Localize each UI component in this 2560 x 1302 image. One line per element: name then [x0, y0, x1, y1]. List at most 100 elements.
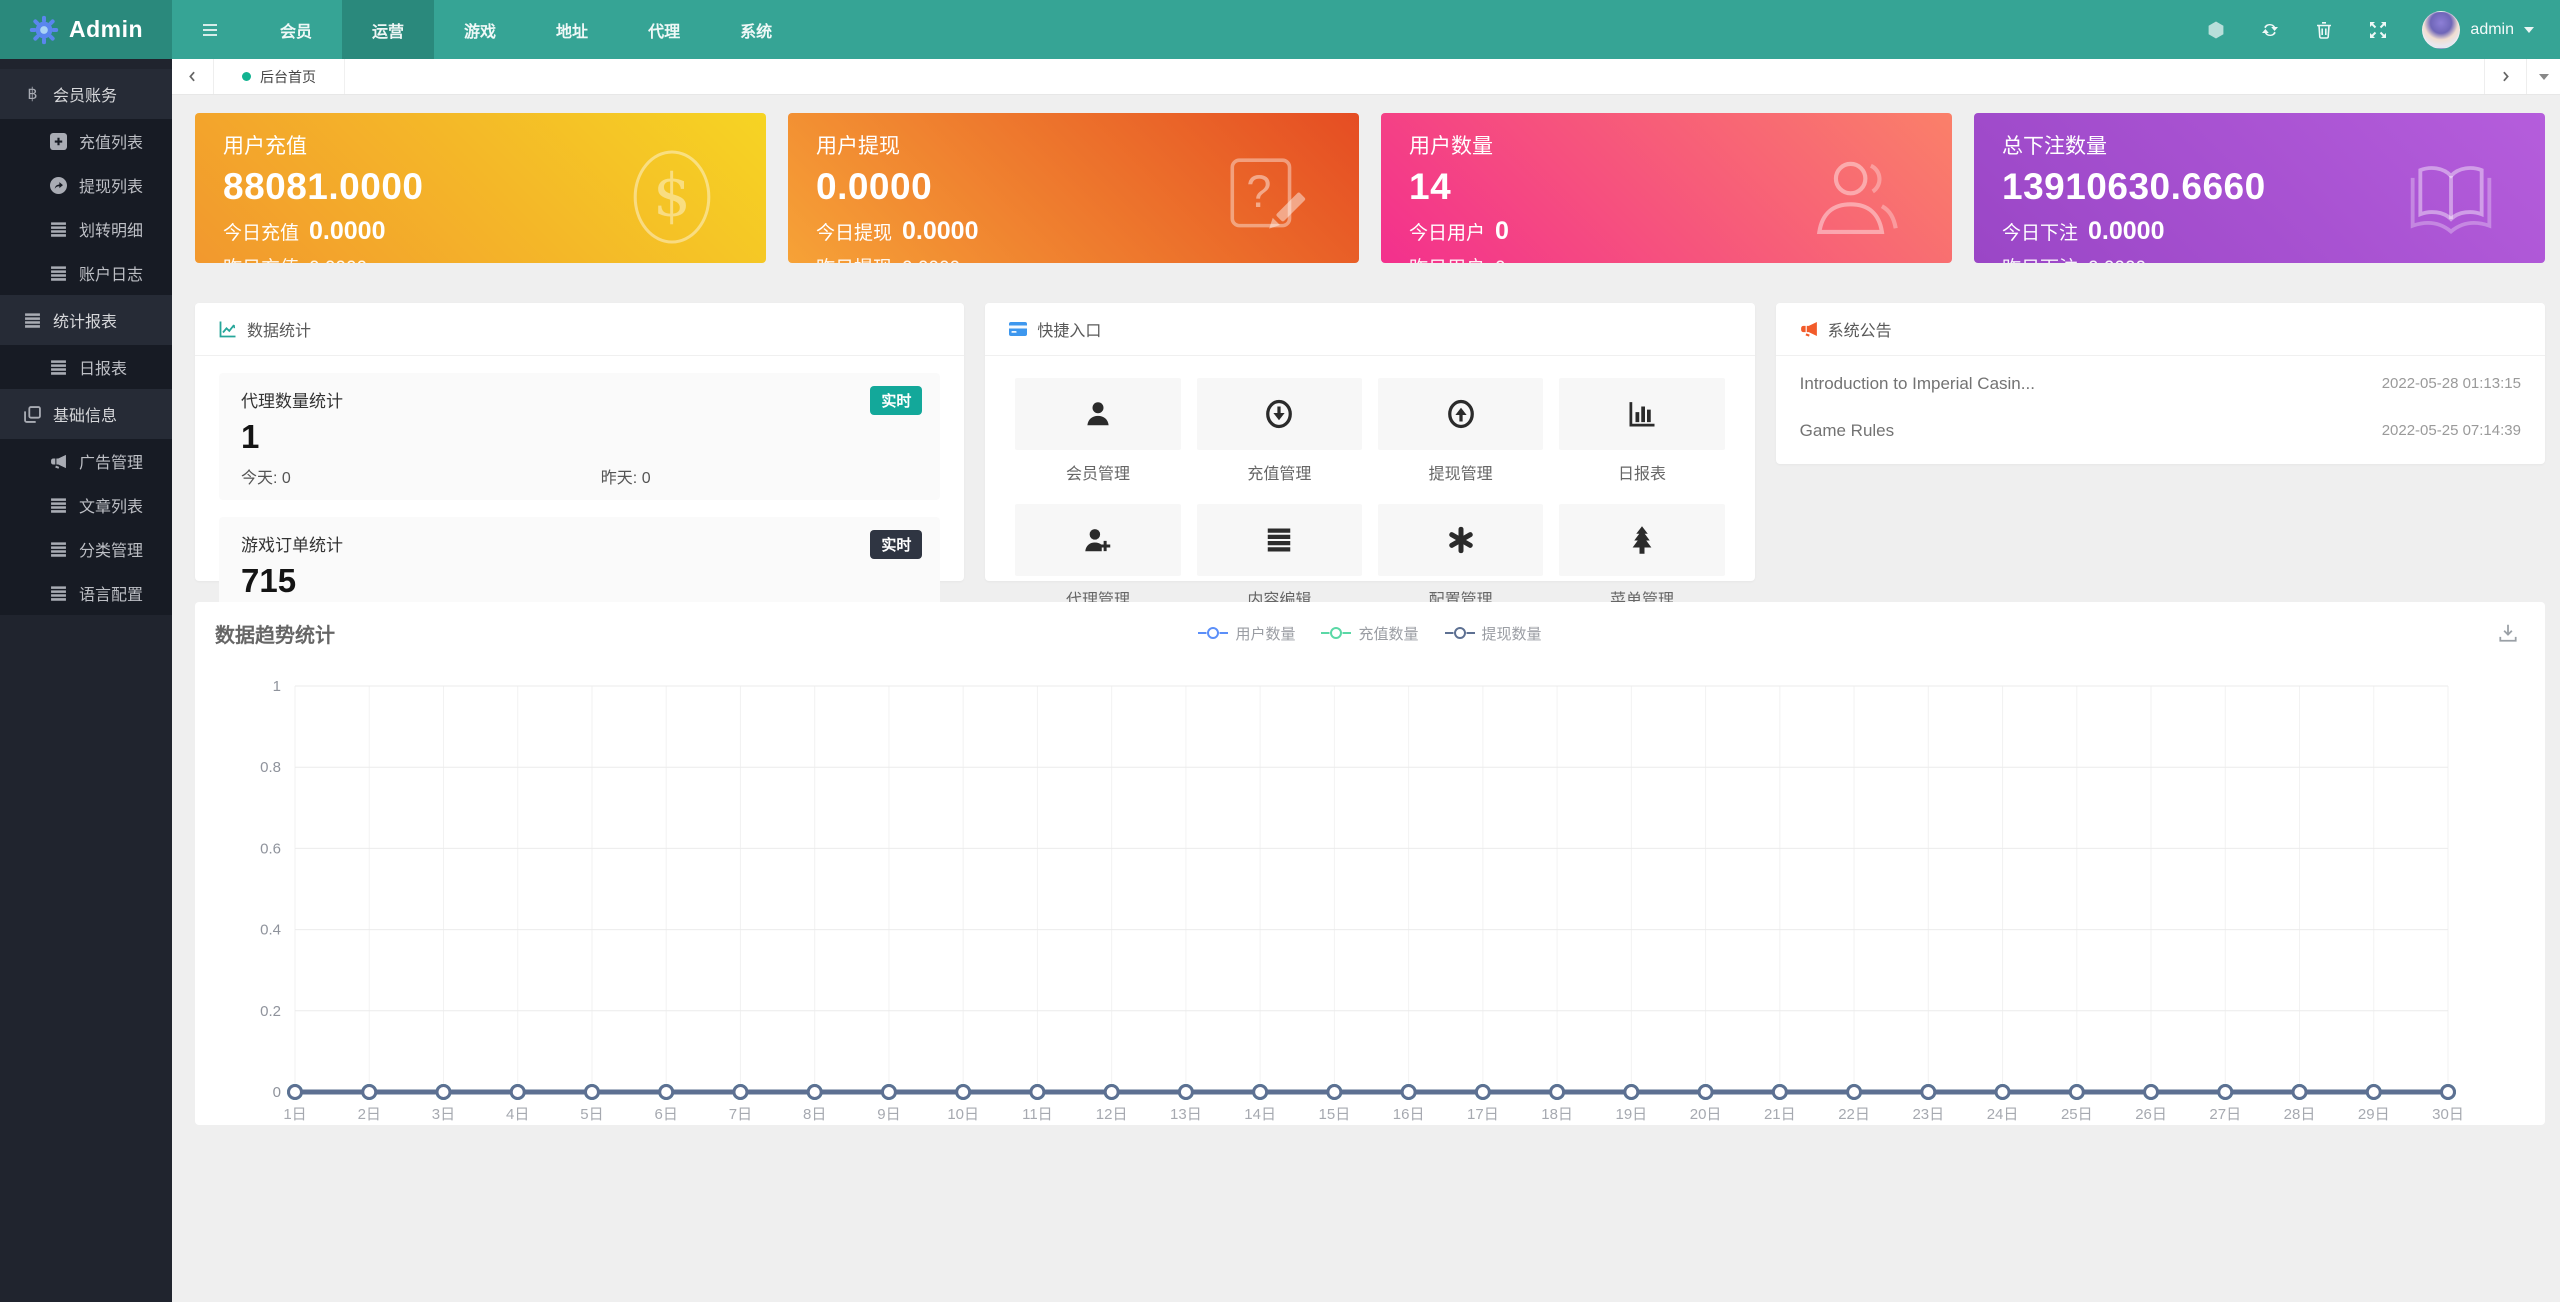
- quick-entry-withdraw-management[interactable]: 提现管理: [1378, 378, 1543, 484]
- announcement-item[interactable]: Game Rules 2022-05-25 07:14:39: [1800, 407, 2521, 454]
- list-icon: [50, 265, 67, 282]
- gear-logo-icon: [29, 15, 59, 45]
- sidebar-item-transfer-detail[interactable]: 划转明细: [0, 207, 172, 251]
- trend-chart-panel: 数据趋势统计 用户数量 充值数量: [195, 602, 2545, 1125]
- quick-entry-daily-report[interactable]: 日报表: [1559, 378, 1724, 484]
- user-plus-icon: [1083, 525, 1113, 555]
- stat-card-total-bets[interactable]: 总下注数量 13910630.6660 今日下注0.0000 昨日下注0.000…: [1974, 113, 2545, 263]
- sidebar-item-article-list[interactable]: 文章列表: [0, 483, 172, 527]
- bars-icon: [1264, 525, 1294, 555]
- sidebar-item-category-management[interactable]: 分类管理: [0, 527, 172, 571]
- dollar-circle-icon: $: [626, 145, 718, 249]
- share-circle-icon: [50, 177, 67, 194]
- quick-entry-menu-management[interactable]: 菜单管理: [1559, 504, 1724, 610]
- hamburger-icon: [202, 22, 220, 38]
- sidebar-item-recharge-list[interactable]: 充值列表: [0, 119, 172, 163]
- tab-scroll-right-button[interactable]: [2484, 59, 2526, 94]
- file-question-icon: ?: [1219, 145, 1311, 249]
- legend-marker-icon: [1198, 626, 1228, 640]
- sidebar-item-daily-report[interactable]: 日报表: [0, 345, 172, 389]
- sidebar-item-language-config[interactable]: 语言配置: [0, 571, 172, 615]
- sidebar-item-ad-management[interactable]: 广告管理: [0, 439, 172, 483]
- announcement-list: Introduction to Imperial Casin... 2022-0…: [1776, 356, 2545, 464]
- quick-entry-content-edit[interactable]: 内容编辑: [1197, 504, 1362, 610]
- list-icon: [50, 497, 67, 514]
- svg-text:27日: 27日: [2209, 1106, 2241, 1123]
- sidebar-group-member-accounts[interactable]: ฿ 会员账务: [0, 69, 172, 119]
- svg-text:18日: 18日: [1541, 1106, 1573, 1123]
- nav-item-address[interactable]: 地址: [526, 0, 618, 59]
- user-menu[interactable]: admin: [2422, 11, 2534, 49]
- svg-text:0.2: 0.2: [260, 1003, 281, 1020]
- svg-text:$: $: [653, 160, 691, 229]
- list-icon: [50, 359, 67, 376]
- sidebar: ฿ 会员账务 充值列表 提现列表: [0, 59, 172, 1302]
- tab-options-button[interactable]: [2526, 59, 2560, 94]
- refresh-icon[interactable]: [2260, 20, 2280, 40]
- legend-withdraw-count[interactable]: 提现数量: [1445, 623, 1542, 644]
- brand-title: Admin: [69, 16, 143, 43]
- stat-card-user-withdraw[interactable]: 用户提现 0.0000 今日提现0.0000 昨日提现0.0000 ?: [788, 113, 1359, 263]
- svg-text:11日: 11日: [1022, 1106, 1053, 1123]
- svg-text:14日: 14日: [1244, 1106, 1276, 1123]
- nav-item-system[interactable]: 系统: [710, 0, 802, 59]
- chart-header: 数据趋势统计 用户数量 充值数量: [195, 602, 2545, 664]
- tab-home[interactable]: 后台首页: [214, 59, 345, 94]
- hamburger-menu-button[interactable]: [172, 0, 250, 59]
- nav-item-member[interactable]: 会员: [250, 0, 342, 59]
- stat-card-user-count[interactable]: 用户数量 14 今日用户0 昨日用户0: [1381, 113, 1952, 263]
- trend-chart: 00.20.40.60.811日2日3日4日5日6日7日8日9日10日11日12…: [195, 664, 2545, 1124]
- quick-entry-grid: 会员管理 充值管理 提现管理 日报表: [985, 356, 1754, 610]
- legend-marker-icon: [1321, 626, 1351, 640]
- svg-text:0.4: 0.4: [260, 922, 281, 939]
- tree-icon: [1627, 525, 1657, 555]
- navbar-actions: admin: [2206, 0, 2560, 59]
- svg-text:1日: 1日: [283, 1106, 306, 1123]
- svg-text:12日: 12日: [1096, 1106, 1128, 1123]
- nav-item-operation[interactable]: 运营: [342, 0, 434, 59]
- fullscreen-icon[interactable]: [2368, 20, 2388, 40]
- svg-text:6日: 6日: [655, 1106, 678, 1123]
- download-icon[interactable]: [2497, 622, 2519, 644]
- quick-entry-member-management[interactable]: 会员管理: [1015, 378, 1180, 484]
- nav-item-game[interactable]: 游戏: [434, 0, 526, 59]
- user-avatar: [2422, 11, 2460, 49]
- svg-text:4日: 4日: [506, 1106, 529, 1123]
- sidebar-item-account-log[interactable]: 账户日志: [0, 251, 172, 295]
- sidebar-item-withdraw-list[interactable]: 提现列表: [0, 163, 172, 207]
- svg-text:0: 0: [273, 1084, 281, 1101]
- sidebar-group-statistics-report[interactable]: 统计报表: [0, 295, 172, 345]
- quick-entry-agent-management[interactable]: 代理管理: [1015, 504, 1180, 610]
- legend-user-count[interactable]: 用户数量: [1198, 623, 1295, 644]
- legend-marker-icon: [1445, 626, 1475, 640]
- app-root: Admin 会员 运营 游戏 地址 代理 系统: [0, 0, 2560, 1302]
- stat-card-user-recharge[interactable]: 用户充值 88081.0000 今日充值0.0000 昨日充值0.0000 $: [195, 113, 766, 263]
- panel-title: 快捷入口: [1037, 317, 1101, 341]
- svg-text:13日: 13日: [1170, 1106, 1202, 1123]
- plus-square-icon: [50, 133, 67, 150]
- svg-text:23日: 23日: [1912, 1106, 1944, 1123]
- middle-row: 数据统计 代理数量统计 实时 1 今天: 0 昨天: 0 游戏订单统计 实时: [195, 303, 2545, 581]
- svg-text:0.8: 0.8: [260, 759, 281, 776]
- announcement-item[interactable]: Introduction to Imperial Casin... 2022-0…: [1800, 360, 2521, 407]
- agent-count-stat: 代理数量统计 实时 1 今天: 0 昨天: 0: [219, 373, 940, 500]
- trash-icon[interactable]: [2314, 20, 2334, 40]
- list-icon: [50, 585, 67, 602]
- tab-scroll-left-button[interactable]: [172, 59, 214, 94]
- brand-logo[interactable]: Admin: [0, 0, 172, 59]
- svg-text:15日: 15日: [1319, 1106, 1351, 1123]
- svg-text:10日: 10日: [947, 1106, 979, 1123]
- panel-title: 数据统计: [247, 317, 311, 341]
- caret-down-icon: [2524, 27, 2534, 33]
- svg-text:1: 1: [273, 678, 281, 695]
- svg-text:20日: 20日: [1690, 1106, 1722, 1123]
- quick-entry-recharge-management[interactable]: 充值管理: [1197, 378, 1362, 484]
- quick-entry-config-management[interactable]: 配置管理: [1378, 504, 1543, 610]
- hexagon-icon[interactable]: [2206, 20, 2226, 40]
- list-icon: [24, 312, 41, 329]
- tab-bar: 后台首页: [172, 59, 2560, 95]
- legend-recharge-count[interactable]: 充值数量: [1321, 623, 1418, 644]
- system-announcement-panel: 系统公告 Introduction to Imperial Casin... 2…: [1776, 303, 2545, 464]
- nav-item-agent[interactable]: 代理: [618, 0, 710, 59]
- sidebar-group-basic-info[interactable]: 基础信息: [0, 389, 172, 439]
